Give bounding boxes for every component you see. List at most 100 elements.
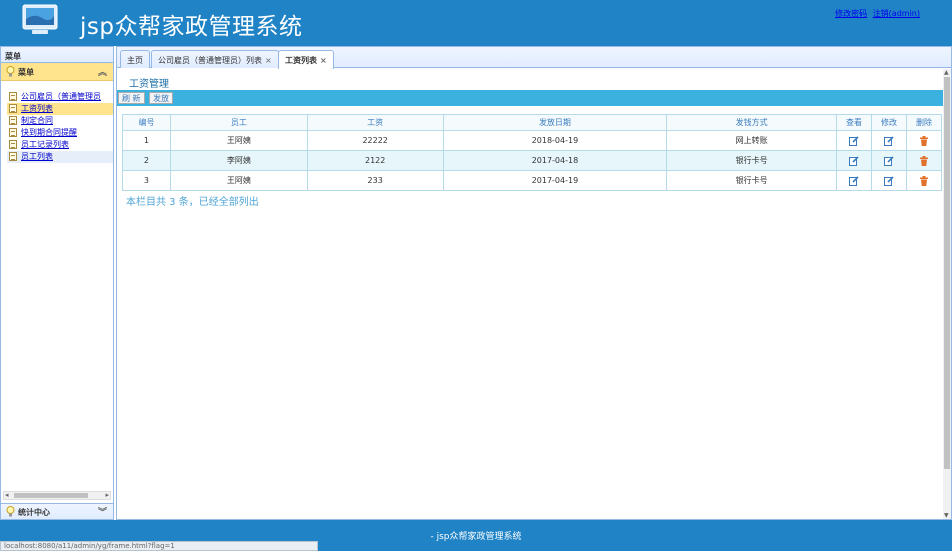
cell-employee: 王阿姨 (169, 130, 308, 151)
scroll-right-icon[interactable]: ▸ (105, 491, 109, 499)
collapse-icon[interactable]: ︽ (98, 65, 107, 78)
main-panel: 主页 公司雇员（普通管理员）列表 × 工资列表 × 工资管理 刷 新 发放 编号 员… (116, 46, 952, 520)
delete-cell (905, 150, 943, 171)
menu-item-employee-records[interactable]: 员工记录列表 (7, 139, 113, 151)
trash-icon[interactable] (919, 155, 929, 166)
menu-item-contract-reminder[interactable]: 快到期合同提醒 (7, 127, 113, 139)
cell-salary: 233 (306, 170, 444, 191)
edit-cell (871, 170, 907, 191)
salary-table: 编号 员工 工资 发放日期 发钱方式 查看 修改 删除 1 王阿姨 22222 … (122, 114, 943, 191)
trash-icon[interactable] (919, 135, 929, 146)
view-cell (836, 170, 873, 191)
cell-method: 网上转账 (666, 130, 838, 151)
cell-date: 2017-04-19 (442, 170, 668, 191)
edit-icon[interactable] (883, 135, 894, 146)
column-header: 查看 (836, 114, 873, 131)
bulb-icon (6, 506, 15, 517)
logo-icon (22, 4, 58, 34)
view-edit-icon[interactable] (849, 135, 859, 146)
toolbar: 刷 新 发放 (117, 90, 945, 106)
app-title: jsp众帮家政管理系统 (80, 14, 303, 40)
document-icon (9, 128, 17, 137)
cell-id: 1 (122, 130, 171, 151)
page-title: 工资管理 (129, 79, 169, 90)
sidebar-title: 菜单 (1, 47, 113, 63)
column-header: 发放日期 (442, 114, 668, 131)
cell-id: 2 (122, 150, 171, 171)
delete-cell (905, 130, 943, 151)
menu-item-label: 公司雇员（普通管理员 (21, 92, 101, 101)
close-icon[interactable]: × (265, 56, 272, 65)
menu-tree: 公司雇员（普通管理员 工资列表 制定合同 快到期合同提醒 员工记录列表 员工列表 (7, 91, 113, 163)
edit-icon[interactable] (883, 175, 894, 186)
menu-item-label: 员工列表 (21, 152, 53, 161)
menu-item-label: 员工记录列表 (21, 140, 69, 149)
tab-label: 工资列表 (285, 56, 317, 65)
menu-item-make-contract[interactable]: 制定合同 (7, 115, 113, 127)
menu-item-label: 快到期合同提醒 (21, 128, 77, 137)
document-icon (9, 140, 17, 149)
cell-id: 3 (122, 170, 171, 191)
record-count-summary: 本栏目共 3 条，已经全部列出 (126, 197, 259, 208)
column-header: 编号 (122, 114, 171, 131)
table-row: 2 李阿姨 2122 2017-04-18 银行卡号 (122, 150, 943, 171)
close-icon[interactable]: × (320, 56, 327, 65)
stats-accordion-label: 统计中心 (18, 508, 50, 517)
tab-strip: 主页 公司雇员（普通管理员）列表 × 工资列表 × (117, 47, 951, 69)
document-icon (9, 92, 17, 101)
view-edit-icon[interactable] (849, 155, 859, 166)
cell-method: 银行卡号 (666, 170, 838, 191)
tab-label: 主页 (127, 56, 143, 65)
cell-method: 银行卡号 (666, 150, 838, 171)
menu-item-salary-list[interactable]: 工资列表 (7, 103, 113, 115)
view-cell (836, 150, 873, 171)
scroll-down-icon[interactable]: ▼ (944, 512, 949, 519)
header-bar: jsp众帮家政管理系统 修改密码 注销(admin) (0, 0, 952, 46)
table-header-row: 编号 员工 工资 发放日期 发钱方式 查看 修改 删除 (122, 114, 943, 131)
tab-salary-list[interactable]: 工资列表 × (278, 50, 334, 69)
logout-link[interactable]: 注销(admin) (873, 9, 920, 18)
sidebar: 菜单 菜单 ︽ 公司雇员（普通管理员 工资列表 制定合同 快到期合同提醒 员工记… (0, 46, 114, 520)
scrollbar-thumb[interactable] (944, 77, 950, 469)
main-vertical-scrollbar[interactable]: ▲ ▼ (943, 69, 951, 519)
cell-date: 2017-04-18 (442, 150, 668, 171)
scroll-left-icon[interactable]: ◂ (5, 491, 9, 499)
stats-accordion-header[interactable]: 统计中心 ︾ (1, 503, 113, 519)
scrollbar-thumb[interactable] (14, 493, 88, 498)
menu-item-label: 工资列表 (21, 104, 53, 113)
column-header: 员工 (169, 114, 308, 131)
column-header: 发钱方式 (666, 114, 838, 131)
top-links: 修改密码 注销(admin) (832, 8, 920, 19)
document-icon (9, 104, 17, 113)
column-header: 删除 (905, 114, 943, 131)
table-row: 3 王阿姨 233 2017-04-19 银行卡号 (122, 170, 943, 191)
edit-cell (871, 130, 907, 151)
menu-accordion-header[interactable]: 菜单 ︽ (1, 63, 113, 81)
sidebar-horizontal-scrollbar[interactable]: ◂ ▸ (3, 491, 111, 500)
menu-item-employees-admin[interactable]: 公司雇员（普通管理员 (7, 91, 113, 103)
document-icon (9, 152, 17, 161)
menu-item-label: 制定合同 (21, 116, 53, 125)
cell-date: 2018-04-19 (442, 130, 668, 151)
change-password-link[interactable]: 修改密码 (835, 9, 867, 18)
status-bar-url: localhost:8080/a11/admin/yg/frame.html?f… (0, 541, 318, 551)
tab-label: 公司雇员（普通管理员）列表 (158, 56, 262, 65)
menu-item-employee-list[interactable]: 员工列表 (7, 151, 113, 163)
cell-employee: 王阿姨 (169, 170, 308, 191)
cell-salary: 22222 (306, 130, 444, 151)
view-edit-icon[interactable] (849, 175, 859, 186)
tab-employee-list[interactable]: 公司雇员（普通管理员）列表 × (151, 50, 279, 68)
cell-salary: 2122 (306, 150, 444, 171)
expand-icon[interactable]: ︾ (98, 505, 107, 518)
refresh-button[interactable]: 刷 新 (118, 92, 145, 104)
trash-icon[interactable] (919, 175, 929, 186)
issue-button[interactable]: 发放 (149, 92, 173, 104)
edit-cell (871, 150, 907, 171)
column-header: 工资 (306, 114, 444, 131)
scroll-up-icon[interactable]: ▲ (944, 69, 949, 76)
bulb-icon (6, 66, 15, 77)
delete-cell (905, 170, 943, 191)
edit-icon[interactable] (883, 155, 894, 166)
tab-home[interactable]: 主页 (120, 50, 150, 68)
menu-accordion-label: 菜单 (18, 68, 34, 77)
